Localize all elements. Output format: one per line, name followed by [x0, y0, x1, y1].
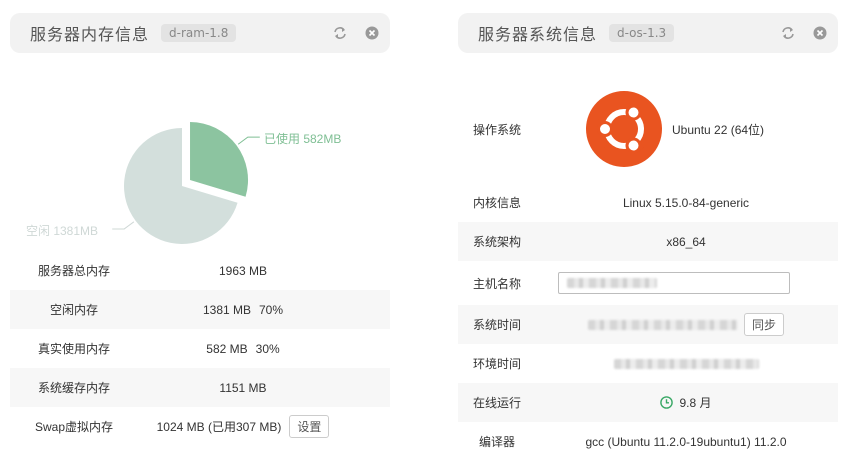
redacted-text — [587, 319, 738, 330]
row-label: 系统架构 — [472, 235, 521, 249]
close-circle-icon[interactable] — [812, 25, 828, 41]
pie-label-free: 空闲 1381MB — [26, 224, 99, 238]
row-compiler: 编译器 gcc (Ubuntu 11.2.0-19ubuntu1) 11.2.0 — [458, 422, 838, 458]
row-value: 1381 MB — [202, 302, 251, 317]
row-value: 1024 MB (已用307 MB) — [156, 420, 282, 434]
row-label: Swap虚拟内存 — [34, 420, 114, 434]
memory-panel-header: 服务器内存信息 d-ram-1.8 — [10, 13, 390, 53]
pie-leader-used — [237, 136, 260, 145]
panel-title: 服务器内存信息 — [30, 27, 150, 44]
row-value: gcc (Ubuntu 11.2.0-19ubuntu1) 11.2.0 — [585, 434, 787, 449]
row-percent: 70% — [259, 302, 284, 317]
row-label: 服务器总内存 — [37, 264, 110, 278]
row-uptime: 在线运行 9.8 月 — [458, 383, 838, 422]
memory-pie-chart: 已使用 582MB 空闲 1381MB — [10, 53, 390, 248]
row-system-time: 系统时间 同步 — [458, 305, 838, 344]
row-label: 内核信息 — [472, 196, 521, 210]
row-label: 空闲内存 — [49, 303, 98, 317]
row-label: 主机名称 — [472, 276, 521, 291]
pie-slice-used — [190, 122, 249, 197]
row-label: 环境时间 — [472, 357, 521, 371]
row-value: 1963 MB — [218, 263, 268, 278]
row-swap-memory: Swap虚拟内存 1024 MB (已用307 MB) 设置 — [10, 407, 390, 446]
row-free-memory: 空闲内存 1381 MB 70% — [10, 290, 390, 329]
clock-icon — [660, 396, 674, 409]
version-tag: d-ram-1.8 — [161, 24, 237, 42]
row-value: 1151 MB — [219, 380, 267, 395]
ubuntu-logo — [586, 91, 662, 167]
row-value: 582 MB — [206, 341, 248, 356]
redacted-text — [613, 358, 759, 369]
pie-label-used: 已使用 582MB — [264, 132, 342, 146]
memory-panel: 服务器内存信息 d-ram-1.8 已使用 582MB 空闲 1381MB 服务… — [10, 13, 390, 438]
row-arch: 系统架构 x86_64 — [458, 222, 838, 261]
row-value: 9.8 月 — [679, 396, 712, 410]
row-percent: 30% — [255, 341, 280, 356]
system-panel: 服务器系统信息 d-os-1.3 操作系统 Ubuntu 22 (64位) 内核… — [458, 13, 838, 449]
row-env-time: 环境时间 — [458, 344, 838, 383]
system-panel-header: 服务器系统信息 d-os-1.3 — [458, 13, 838, 53]
refresh-icon[interactable] — [332, 25, 348, 41]
version-tag: d-os-1.3 — [609, 24, 675, 42]
swap-settings-button[interactable]: 设置 — [289, 415, 330, 438]
hostname-input[interactable] — [558, 272, 790, 294]
row-os: 操作系统 Ubuntu 22 (64位) — [458, 75, 838, 183]
pie-leader-free — [112, 221, 135, 230]
row-label: 在线运行 — [472, 396, 521, 410]
row-hostname: 主机名称 — [458, 261, 838, 305]
row-used-memory: 真实使用内存 582 MB 30% — [10, 329, 390, 368]
row-label: 编译器 — [478, 435, 515, 449]
row-label: 系统缓存内存 — [37, 381, 110, 395]
row-label: 操作系统 — [472, 122, 521, 137]
panel-title: 服务器系统信息 — [478, 27, 598, 44]
row-kernel: 内核信息 Linux 5.15.0-84-generic — [458, 183, 838, 222]
sync-time-button[interactable]: 同步 — [743, 313, 784, 336]
row-cache-memory: 系统缓存内存 1151 MB — [10, 368, 390, 407]
close-circle-icon[interactable] — [364, 25, 380, 41]
row-value: x86_64 — [666, 234, 706, 249]
row-value: Linux 5.15.0-84-generic — [622, 195, 750, 210]
row-label: 真实使用内存 — [37, 342, 110, 356]
row-total-memory: 服务器总内存 1963 MB — [10, 251, 390, 290]
row-label: 系统时间 — [472, 318, 521, 332]
redacted-text — [567, 278, 657, 288]
refresh-icon[interactable] — [780, 25, 796, 41]
row-value: Ubuntu 22 (64位) — [672, 122, 765, 137]
